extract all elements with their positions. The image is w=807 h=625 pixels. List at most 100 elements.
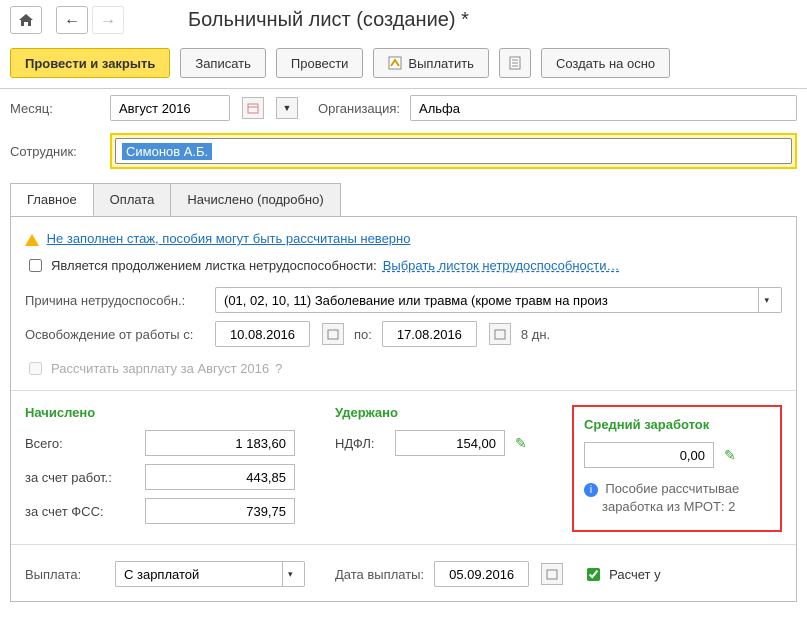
warning-link[interactable]: Не заполнен стаж, пособия могут быть рас… (47, 231, 411, 246)
absence-label: Освобождение от работы с: (25, 327, 205, 342)
reason-dropdown[interactable]: ▾ (758, 288, 775, 312)
total-label: Всего: (25, 436, 135, 451)
ndfl-row: НДФЛ: ✎ (335, 430, 532, 456)
mrot-info: i Пособие рассчитывае заработка из МРОТ:… (584, 480, 770, 516)
month-input[interactable] (110, 95, 230, 121)
continuation-label: Является продолжением листка нетрудоспос… (51, 258, 377, 273)
arrow-left-icon: ← (64, 11, 80, 29)
absence-row: Освобождение от работы с: по: 8 дн. (25, 317, 782, 351)
reason-input[interactable]: ▾ (215, 287, 782, 313)
continuation-checkbox[interactable] (29, 259, 42, 272)
fss-input[interactable] (145, 498, 295, 524)
tab-accrued[interactable]: Начислено (подробно) (170, 183, 340, 216)
reason-row: Причина нетрудоспособн.: ▾ (25, 283, 782, 317)
employer-row: за счет работ.: (25, 464, 295, 490)
month-dropdown-button[interactable]: ▼ (276, 97, 298, 119)
ndfl-label: НДФЛ: (335, 436, 385, 451)
payment-date-input[interactable] (434, 561, 529, 587)
create-based-button[interactable]: Создать на осно (541, 48, 670, 78)
date-to-picker[interactable] (489, 323, 511, 345)
employee-input[interactable]: Симонов А.Б. (115, 138, 792, 164)
chevron-down-icon: ▾ (765, 295, 770, 306)
employee-value: Симонов А.Б. (122, 143, 212, 160)
mrot-line1: Пособие рассчитывае (605, 481, 739, 496)
accrued-title: Начислено (25, 405, 295, 420)
edit-ndfl-button[interactable]: ✎ (515, 435, 527, 452)
pay-button[interactable]: Выплатить (373, 48, 489, 78)
select-sheet-link[interactable]: Выбрать листок нетрудоспособности… (383, 258, 620, 273)
calendar-icon (247, 102, 259, 114)
org-input[interactable] (410, 95, 797, 121)
mrot-line2: заработка из МРОТ: 2 (602, 499, 735, 514)
pay-icon (388, 56, 402, 70)
tab-payment[interactable]: Оплата (93, 183, 172, 216)
main-tab-content: Не заполнен стаж, пособия могут быть рас… (10, 217, 797, 602)
warning-icon (25, 234, 39, 246)
fss-label: за счет ФСС: (25, 504, 135, 519)
action-toolbar: Провести и закрыть Записать Провести Вып… (0, 44, 807, 89)
tab-bar: Главное Оплата Начислено (подробно) (10, 183, 797, 217)
employee-row: Сотрудник: Симонов А.Б. (0, 127, 807, 175)
totals-section: Начислено Всего: за счет работ.: за счет… (25, 405, 782, 532)
avg-row: ✎ (584, 442, 770, 468)
employee-label: Сотрудник: (10, 144, 100, 159)
avg-title: Средний заработок (584, 417, 770, 432)
recalc-checkbox (29, 362, 42, 375)
month-org-row: Месяц: ▼ Организация: (0, 89, 807, 127)
tab-main[interactable]: Главное (10, 183, 94, 216)
date-from-input[interactable] (215, 321, 310, 347)
calc-label: Расчет у (609, 567, 660, 582)
post-and-close-button[interactable]: Провести и закрыть (10, 48, 170, 78)
ndfl-input[interactable] (395, 430, 505, 456)
payment-row: Выплата: ▾ Дата выплаты: Расчет у (25, 557, 782, 591)
date-to-label: по: (354, 327, 372, 342)
calc-checkbox[interactable] (587, 568, 600, 581)
reason-label: Причина нетрудоспособн.: (25, 293, 205, 308)
pay-label: Выплатить (408, 56, 474, 71)
date-to-input[interactable] (382, 321, 477, 347)
month-picker-button[interactable] (242, 97, 264, 119)
save-button[interactable]: Записать (180, 48, 266, 78)
post-button[interactable]: Провести (276, 48, 364, 78)
withheld-title: Удержано (335, 405, 532, 420)
employer-input[interactable] (145, 464, 295, 490)
fss-row: за счет ФСС: (25, 498, 295, 524)
continuation-row: Является продолжением листка нетрудоспос… (25, 256, 782, 275)
home-icon (18, 13, 34, 27)
total-input[interactable] (145, 430, 295, 456)
org-label: Организация: (318, 101, 400, 116)
total-row: Всего: (25, 430, 295, 456)
home-button[interactable] (10, 6, 42, 34)
employer-label: за счет работ.: (25, 470, 135, 485)
avg-input[interactable] (584, 442, 714, 468)
page-title: Больничный лист (создание) * (128, 9, 469, 32)
avg-earning-col: Средний заработок ✎ i Пособие рассчитыва… (572, 405, 782, 532)
payment-select[interactable]: ▾ (115, 561, 305, 587)
calendar-icon (546, 568, 558, 580)
document-icon (508, 56, 522, 70)
navigation-bar: ← → Больничный лист (создание) * (0, 0, 807, 44)
calendar-icon (327, 328, 339, 340)
payment-date-picker[interactable] (541, 563, 563, 585)
payment-label: Выплата: (25, 567, 105, 582)
calendar-icon (494, 328, 506, 340)
forward-button[interactable]: → (92, 6, 124, 34)
days-count: 8 дн. (521, 327, 550, 342)
employee-input-wrapper: Симонов А.Б. (110, 133, 797, 169)
back-button[interactable]: ← (56, 6, 88, 34)
payment-date-label: Дата выплаты: (335, 567, 424, 582)
chevron-down-icon: ▾ (288, 569, 293, 580)
print-button[interactable] (499, 48, 531, 78)
warning-row: Не заполнен стаж, пособия могут быть рас… (25, 231, 782, 246)
calc-check-row: Расчет у (583, 565, 660, 584)
month-label: Месяц: (10, 101, 100, 116)
chevron-down-icon: ▼ (283, 103, 292, 113)
date-from-picker[interactable] (322, 323, 344, 345)
recalc-row: Рассчитать зарплату за Август 2016 ? (25, 359, 782, 378)
payment-dropdown[interactable]: ▾ (282, 562, 298, 586)
info-icon: i (584, 483, 598, 497)
edit-avg-button[interactable]: ✎ (724, 447, 736, 464)
accrued-col: Начислено Всего: за счет работ.: за счет… (25, 405, 295, 532)
help-icon[interactable]: ? (275, 361, 282, 376)
withheld-col: Удержано НДФЛ: ✎ (335, 405, 532, 532)
